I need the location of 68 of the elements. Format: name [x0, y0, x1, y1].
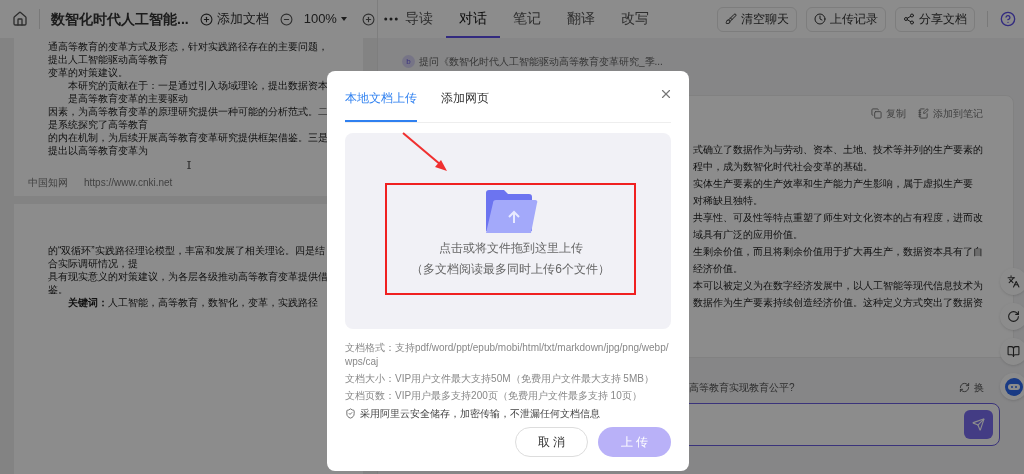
tab[interactable]: 导读 — [392, 0, 446, 38]
tab[interactable]: 笔记 — [500, 0, 554, 38]
answer-text: 生剩余价值，而且将剩余价值用于扩大再生产，数据资本具有了自 — [693, 245, 983, 259]
suggested-question[interactable]: 高等教育实现教育公平? — [689, 380, 795, 395]
info-text: 文档大小：VIP用户文件最大支持50M（免费用户文件最大支持 5MB） — [345, 372, 655, 386]
info-text: 文档页数：VIP用户最多支持200页（免费用户文件最多支持 10页） — [345, 389, 643, 403]
book-icon — [1007, 345, 1020, 358]
question-text: 提问《数智化时代人工智能驱动高等教育变革研究_季... — [419, 55, 663, 69]
cancel-button[interactable]: 取 消 — [515, 427, 588, 457]
tab[interactable]: 翻译 — [554, 0, 608, 38]
toolbar-button[interactable]: 清空聊天 — [717, 6, 797, 32]
answer-text: 域具有广泛的应用价值。 — [693, 228, 804, 242]
send-button[interactable] — [964, 410, 993, 439]
answer-text: 数据作为生产要素持续创造经济价值。这种定义方式突出了数据资 — [693, 296, 983, 310]
document-text: 具有现实意义的对策建议，为各层各级推动高等教育变革提供借鉴。 — [48, 270, 329, 296]
shield-icon — [345, 408, 356, 419]
page-footer-text: 中国知网 — [28, 176, 68, 190]
annotation-arrow — [401, 131, 449, 173]
answer-text: 对稀缺且独特。 — [693, 194, 764, 208]
note-icon — [918, 108, 929, 119]
text-cursor-icon — [186, 161, 191, 169]
close-icon[interactable] — [659, 87, 673, 101]
refresh-icon — [1007, 310, 1020, 323]
answer-action[interactable]: 复制 — [871, 106, 906, 121]
document-text: 通高等教育的变革方式及形态，针对实践路径存在的主要问题，提出人工智能驱动高等教育 — [48, 40, 329, 66]
answer-text: 共享性、可及性等特点重塑了师生对文化资本的占有程度，进而改 — [693, 211, 983, 225]
answer-text: 程中，成为数智化时代社会变革的基础。 — [693, 160, 874, 174]
translate-icon — [1007, 275, 1020, 288]
robot-face-icon — [1003, 376, 1024, 397]
refresh-button[interactable]: 换 — [959, 380, 984, 395]
share-icon — [903, 13, 915, 25]
caret-icon — [340, 17, 347, 21]
zoom-select[interactable]: 100% — [299, 9, 351, 29]
info-text: 文档格式：支持pdf/word/ppt/epub/mobi/html/txt/markdown/jpg/png/webp/wps/caj — [345, 341, 670, 369]
page-footer-text: https://www.cnki.net — [84, 176, 173, 190]
drop-instruction: 点击或将文件拖到这里上传 — [438, 240, 583, 257]
security-note: 采用阿里云安全储存，加密传输，不泄漏任何文档信息 — [360, 407, 600, 421]
dialog-tab[interactable]: 添加网页 — [441, 89, 489, 122]
send-icon — [972, 418, 985, 431]
tab[interactable]: 改写 — [608, 0, 662, 38]
answer-text: 式确立了数据作为与劳动、资本、土地、技术等并列的生产要素的 — [693, 143, 983, 157]
toolbar-button[interactable]: 分享文档 — [895, 6, 975, 32]
plus-icon — [199, 12, 213, 26]
brush-icon — [725, 13, 737, 25]
refresh-icon — [959, 382, 970, 393]
document-text: 因素，为高等教育变革的原理研究提供一种可能的分析范式。二是系统探究了高等教育 — [48, 105, 329, 131]
answer-text: 经济价值。 — [693, 262, 744, 276]
toolbar-button[interactable]: 上传记录 — [806, 6, 886, 32]
drop-zone[interactable]: 点击或将文件拖到这里上传 （多文档阅读最多同时上传6个文件） — [345, 133, 671, 329]
help-icon[interactable] — [1000, 11, 1016, 27]
zoom-out-icon[interactable] — [279, 12, 293, 26]
drop-hint: （多文档阅读最多同时上传6个文件） — [411, 261, 610, 278]
document-title: 数智化时代人工智能... — [51, 9, 189, 29]
document-text: 的“双循环”实践路径理论模型，丰富和发展了相关理论。四是结合实际调研情况，提 — [48, 244, 326, 270]
document-text: 的内在机制，为后续开展高等教育变革研究提供框架借鉴。三是提出以高等教育变革为 — [48, 131, 329, 157]
dialog-tab[interactable]: 本地文档上传 — [345, 89, 417, 122]
document-text: 变革的对策建议。 — [48, 66, 129, 79]
add-document-button[interactable]: 添加文档 — [195, 9, 273, 29]
home-icon[interactable] — [12, 11, 28, 27]
answer-action[interactable]: 添加到笔记 — [918, 106, 983, 121]
zoom-in-icon[interactable] — [361, 12, 375, 26]
answer-text: 本可以被定义为在数字经济发展中，以人工智能等现代信息技术为 — [693, 279, 983, 293]
answer-text: 实体生产要素的生产效率和生产能力产生影响，属于虚拟生产要 — [693, 177, 974, 191]
document-text: 关键词：人工智能，高等教育，数智化，变革，实践路径 — [67, 296, 319, 309]
folder-upload-icon — [483, 189, 538, 235]
clock-icon — [814, 13, 826, 25]
copy-icon — [871, 108, 882, 119]
document-text: 本研究的贡献在于：一是通过引入场域理论，提出数据资本是高等教育变革的主要驱动 — [67, 79, 329, 105]
